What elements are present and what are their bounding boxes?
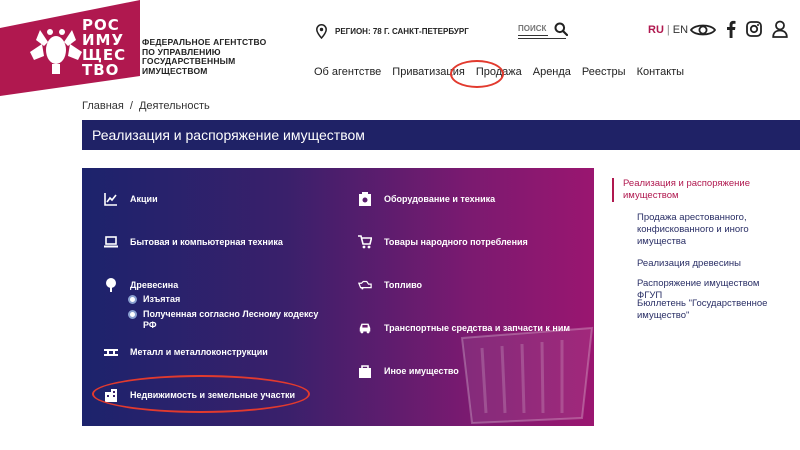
category-label: Оборудование и техника bbox=[384, 194, 496, 204]
chart-icon bbox=[104, 193, 117, 206]
region-label: Регион: 78 г. Санкт-Петербург bbox=[335, 27, 469, 36]
annotation-oval-real-estate bbox=[92, 375, 310, 413]
eye-icon[interactable] bbox=[690, 22, 716, 38]
category-label: Бытовая и компьютерная техника bbox=[130, 237, 283, 247]
side-menu: Реализация и распоряжение имуществом Про… bbox=[612, 178, 800, 321]
category-label: Иное имущество bbox=[384, 366, 459, 376]
tree-icon bbox=[106, 278, 116, 292]
sub-label: Изъятая bbox=[143, 294, 181, 304]
search-input[interactable] bbox=[518, 22, 548, 36]
wood-sub-seized[interactable]: Изъятая bbox=[128, 294, 328, 305]
cart-icon bbox=[358, 235, 372, 249]
category-label: Топливо bbox=[384, 280, 423, 290]
page-title: Реализация и распоряжение имуществом bbox=[82, 120, 800, 150]
logo-wordmark: РОС ИМУ ЩЕС ТВО bbox=[82, 18, 126, 78]
side-item-bulletin[interactable]: Бюллетень "Государственное имущество" bbox=[612, 298, 787, 322]
car-icon bbox=[359, 323, 371, 334]
breadcrumb: Главная / Деятельность bbox=[82, 100, 210, 112]
category-metal[interactable]: Металл и металлоконструкции bbox=[104, 345, 268, 359]
region-selector[interactable]: Регион: 78 г. Санкт-Петербург bbox=[316, 24, 469, 39]
category-label: Товары народного потребления bbox=[384, 237, 528, 247]
radio-bullet bbox=[128, 310, 137, 319]
breadcrumb-home[interactable]: Главная bbox=[82, 100, 124, 112]
side-item-active[interactable]: Реализация и распоряжение имуществом bbox=[612, 178, 800, 202]
search-box[interactable] bbox=[518, 22, 568, 36]
nav-item-about[interactable]: Об агентстве bbox=[314, 66, 381, 78]
instagram-icon[interactable] bbox=[746, 21, 762, 37]
lang-ru[interactable]: RU bbox=[648, 24, 664, 36]
agency-name-line: имуществом bbox=[142, 65, 208, 76]
category-equipment[interactable]: Оборудование и техника bbox=[358, 192, 495, 206]
category-vehicles[interactable]: Транспортные средства и запчасти к ним bbox=[358, 321, 570, 335]
category-wood[interactable]: Древесина bbox=[104, 278, 178, 292]
annotation-oval-sale bbox=[450, 60, 504, 88]
logo[interactable]: РОС ИМУ ЩЕС ТВО bbox=[0, 0, 140, 96]
category-label: Акции bbox=[130, 194, 158, 204]
side-item-arrested-property[interactable]: Продажа арестованного, конфискованного и… bbox=[612, 212, 787, 248]
equipment-icon bbox=[359, 192, 371, 206]
breadcrumb-current: Деятельность bbox=[138, 100, 210, 112]
side-item-wood-sale[interactable]: Реализация древесины bbox=[612, 258, 787, 270]
nav-item-contacts[interactable]: Контакты bbox=[637, 66, 685, 78]
lang-en[interactable]: EN bbox=[673, 24, 688, 36]
search-underline bbox=[518, 38, 566, 39]
category-label: Металл и металлоконструкции bbox=[130, 347, 268, 357]
nav-item-rent[interactable]: Аренда bbox=[533, 66, 571, 78]
location-pin-icon bbox=[316, 24, 327, 39]
logo-word-line: ТВО bbox=[82, 61, 120, 79]
breadcrumb-separator: / bbox=[129, 100, 133, 112]
wood-sub-forest-code[interactable]: Полученная согласно Лесному кодексу РФ bbox=[128, 309, 328, 331]
laptop-icon bbox=[104, 236, 118, 248]
language-switcher: RU | EN bbox=[648, 24, 688, 36]
search-icon[interactable] bbox=[554, 22, 568, 36]
beam-icon bbox=[104, 349, 118, 356]
fuel-icon bbox=[358, 280, 372, 290]
category-fuel[interactable]: Топливо bbox=[358, 278, 422, 292]
category-label: Транспортные средства и запчасти к ним bbox=[384, 323, 571, 333]
category-other[interactable]: Иное имущество bbox=[358, 364, 459, 378]
category-consumer-goods[interactable]: Товары народного потребления bbox=[358, 235, 528, 249]
main-nav: Об агентстве Приватизация Продажа Аренда… bbox=[314, 66, 695, 78]
user-icon[interactable] bbox=[772, 20, 788, 38]
nav-item-registries[interactable]: Реестры bbox=[582, 66, 626, 78]
category-shares[interactable]: Акции bbox=[104, 192, 158, 206]
bag-icon bbox=[359, 365, 371, 378]
radio-bullet bbox=[128, 295, 137, 304]
sub-label: Полученная согласно Лесному кодексу РФ bbox=[143, 309, 319, 330]
category-electronics[interactable]: Бытовая и компьютерная техника bbox=[104, 235, 283, 249]
agency-name: Федеральное агентство по управлению госу… bbox=[142, 37, 272, 76]
facebook-icon[interactable] bbox=[726, 20, 736, 38]
category-label: Древесина bbox=[130, 280, 179, 290]
lang-separator: | bbox=[666, 24, 670, 36]
